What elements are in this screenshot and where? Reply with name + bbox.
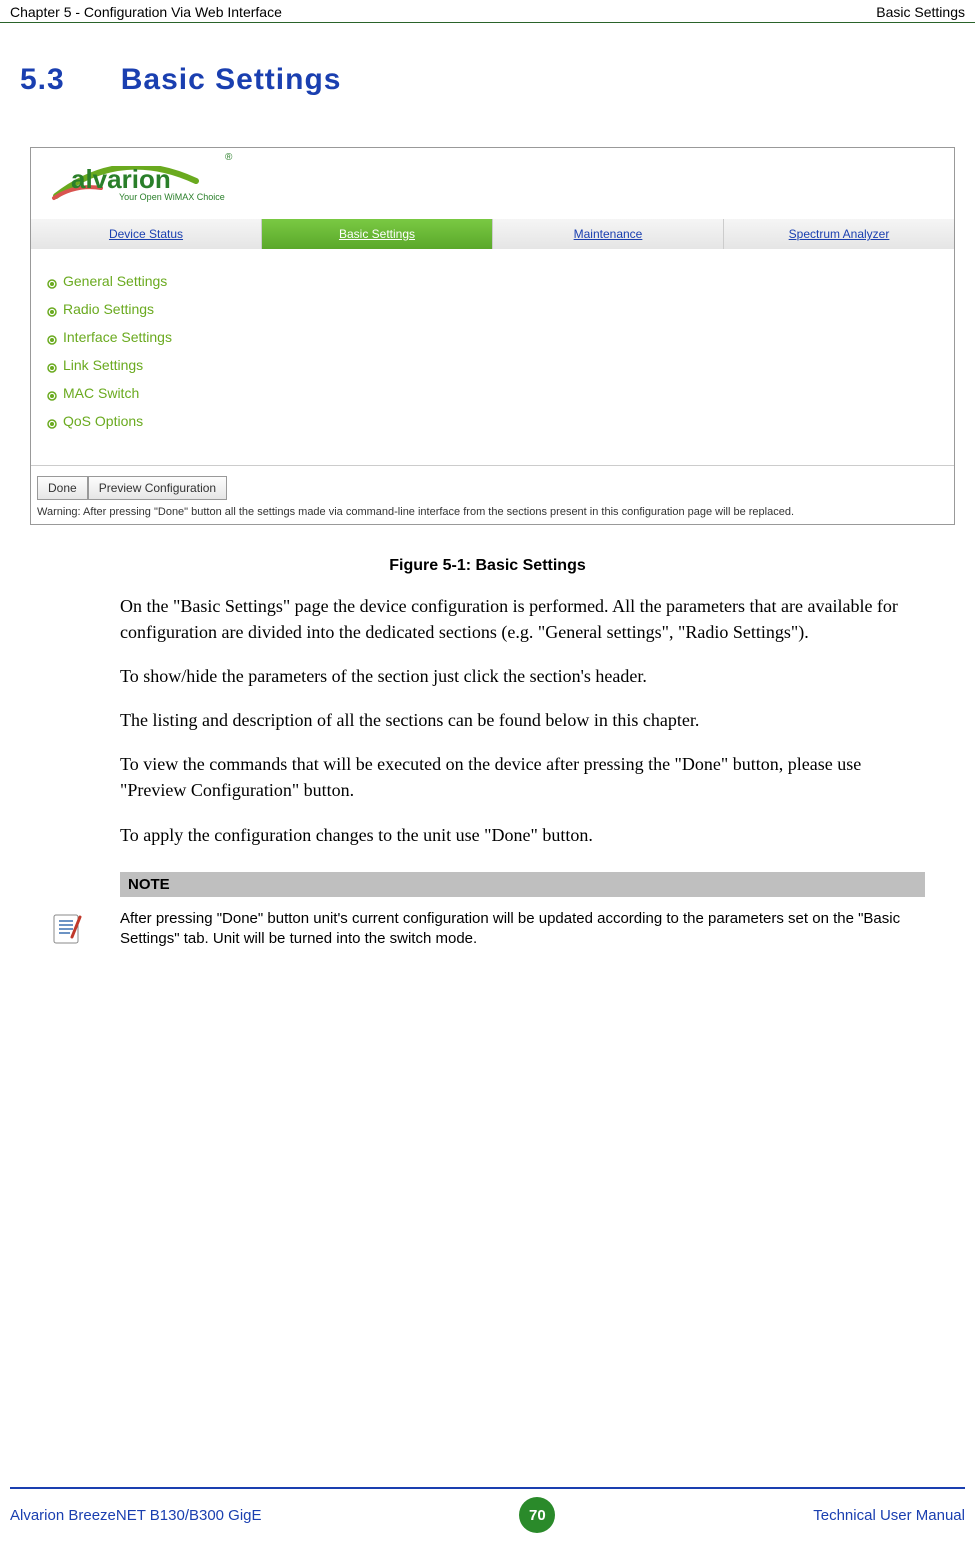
- section-qos-options[interactable]: QoS Options: [47, 407, 944, 435]
- done-button[interactable]: Done: [37, 476, 88, 500]
- page-header: Chapter 5 - Configuration Via Web Interf…: [0, 0, 975, 23]
- section-list: General Settings Radio Settings Interfac…: [31, 249, 954, 466]
- header-right: Basic Settings: [876, 4, 965, 20]
- section-mac-switch[interactable]: MAC Switch: [47, 379, 944, 407]
- section-label: Radio Settings: [63, 301, 154, 317]
- page-footer: Alvarion BreezeNET B130/B300 GigE 70 Tec…: [0, 1487, 975, 1545]
- section-label: QoS Options: [63, 413, 143, 429]
- section-general-settings[interactable]: General Settings: [47, 267, 944, 295]
- logo-tagline: Your Open WiMAX Choice: [119, 192, 225, 202]
- body-paragraph: On the "Basic Settings" page the device …: [120, 593, 925, 645]
- section-label: Link Settings: [63, 357, 143, 373]
- brand-logo: alvarion Your Open WiMAX Choice ®: [51, 166, 201, 211]
- body-paragraph: To view the commands that will be execut…: [120, 751, 925, 803]
- body-paragraph: To apply the configuration changes to th…: [120, 822, 925, 848]
- body-paragraph: To show/hide the parameters of the secti…: [120, 663, 925, 689]
- footer-left: Alvarion BreezeNET B130/B300 GigE: [10, 1507, 262, 1524]
- bullet-icon: [47, 276, 57, 286]
- note-header: NOTE: [120, 872, 925, 897]
- section-heading: 5.3 Basic Settings: [0, 23, 975, 117]
- figure-screenshot: alvarion Your Open WiMAX Choice ® Device…: [30, 147, 955, 525]
- bullet-icon: [47, 332, 57, 342]
- logo-registered-icon: ®: [225, 152, 232, 163]
- note-body: After pressing "Done" button unit's curr…: [120, 909, 925, 950]
- nav-spectrum-analyzer[interactable]: Spectrum Analyzer: [724, 219, 954, 249]
- figure-caption: Figure 5-1: Basic Settings: [0, 557, 975, 575]
- section-link-settings[interactable]: Link Settings: [47, 351, 944, 379]
- section-radio-settings[interactable]: Radio Settings: [47, 295, 944, 323]
- nav-device-status[interactable]: Device Status: [31, 219, 262, 249]
- logo-area: alvarion Your Open WiMAX Choice ®: [31, 148, 954, 219]
- header-left: Chapter 5 - Configuration Via Web Interf…: [10, 4, 282, 20]
- button-row: Done Preview Configuration: [31, 472, 954, 502]
- note-icon: [50, 911, 84, 945]
- section-number: 5.3: [20, 63, 65, 96]
- bullet-icon: [47, 388, 57, 398]
- section-label: Interface Settings: [63, 329, 172, 345]
- section-title: Basic Settings: [121, 63, 342, 96]
- nav-basic-settings[interactable]: Basic Settings: [262, 219, 493, 249]
- warning-text: Warning: After pressing "Done" button al…: [31, 502, 954, 524]
- bullet-icon: [47, 360, 57, 370]
- nav-bar: Device Status Basic Settings Maintenance…: [31, 219, 954, 249]
- page-number: 70: [519, 1497, 555, 1533]
- section-label: General Settings: [63, 273, 167, 289]
- bullet-icon: [47, 416, 57, 426]
- footer-right: Technical User Manual: [813, 1507, 965, 1524]
- logo-text: alvarion: [71, 164, 171, 195]
- section-label: MAC Switch: [63, 385, 139, 401]
- preview-configuration-button[interactable]: Preview Configuration: [88, 476, 227, 500]
- section-interface-settings[interactable]: Interface Settings: [47, 323, 944, 351]
- note-block: NOTE After pressing "Done" button unit's…: [120, 872, 925, 950]
- bullet-icon: [47, 304, 57, 314]
- nav-maintenance[interactable]: Maintenance: [493, 219, 724, 249]
- body-paragraph: The listing and description of all the s…: [120, 707, 925, 733]
